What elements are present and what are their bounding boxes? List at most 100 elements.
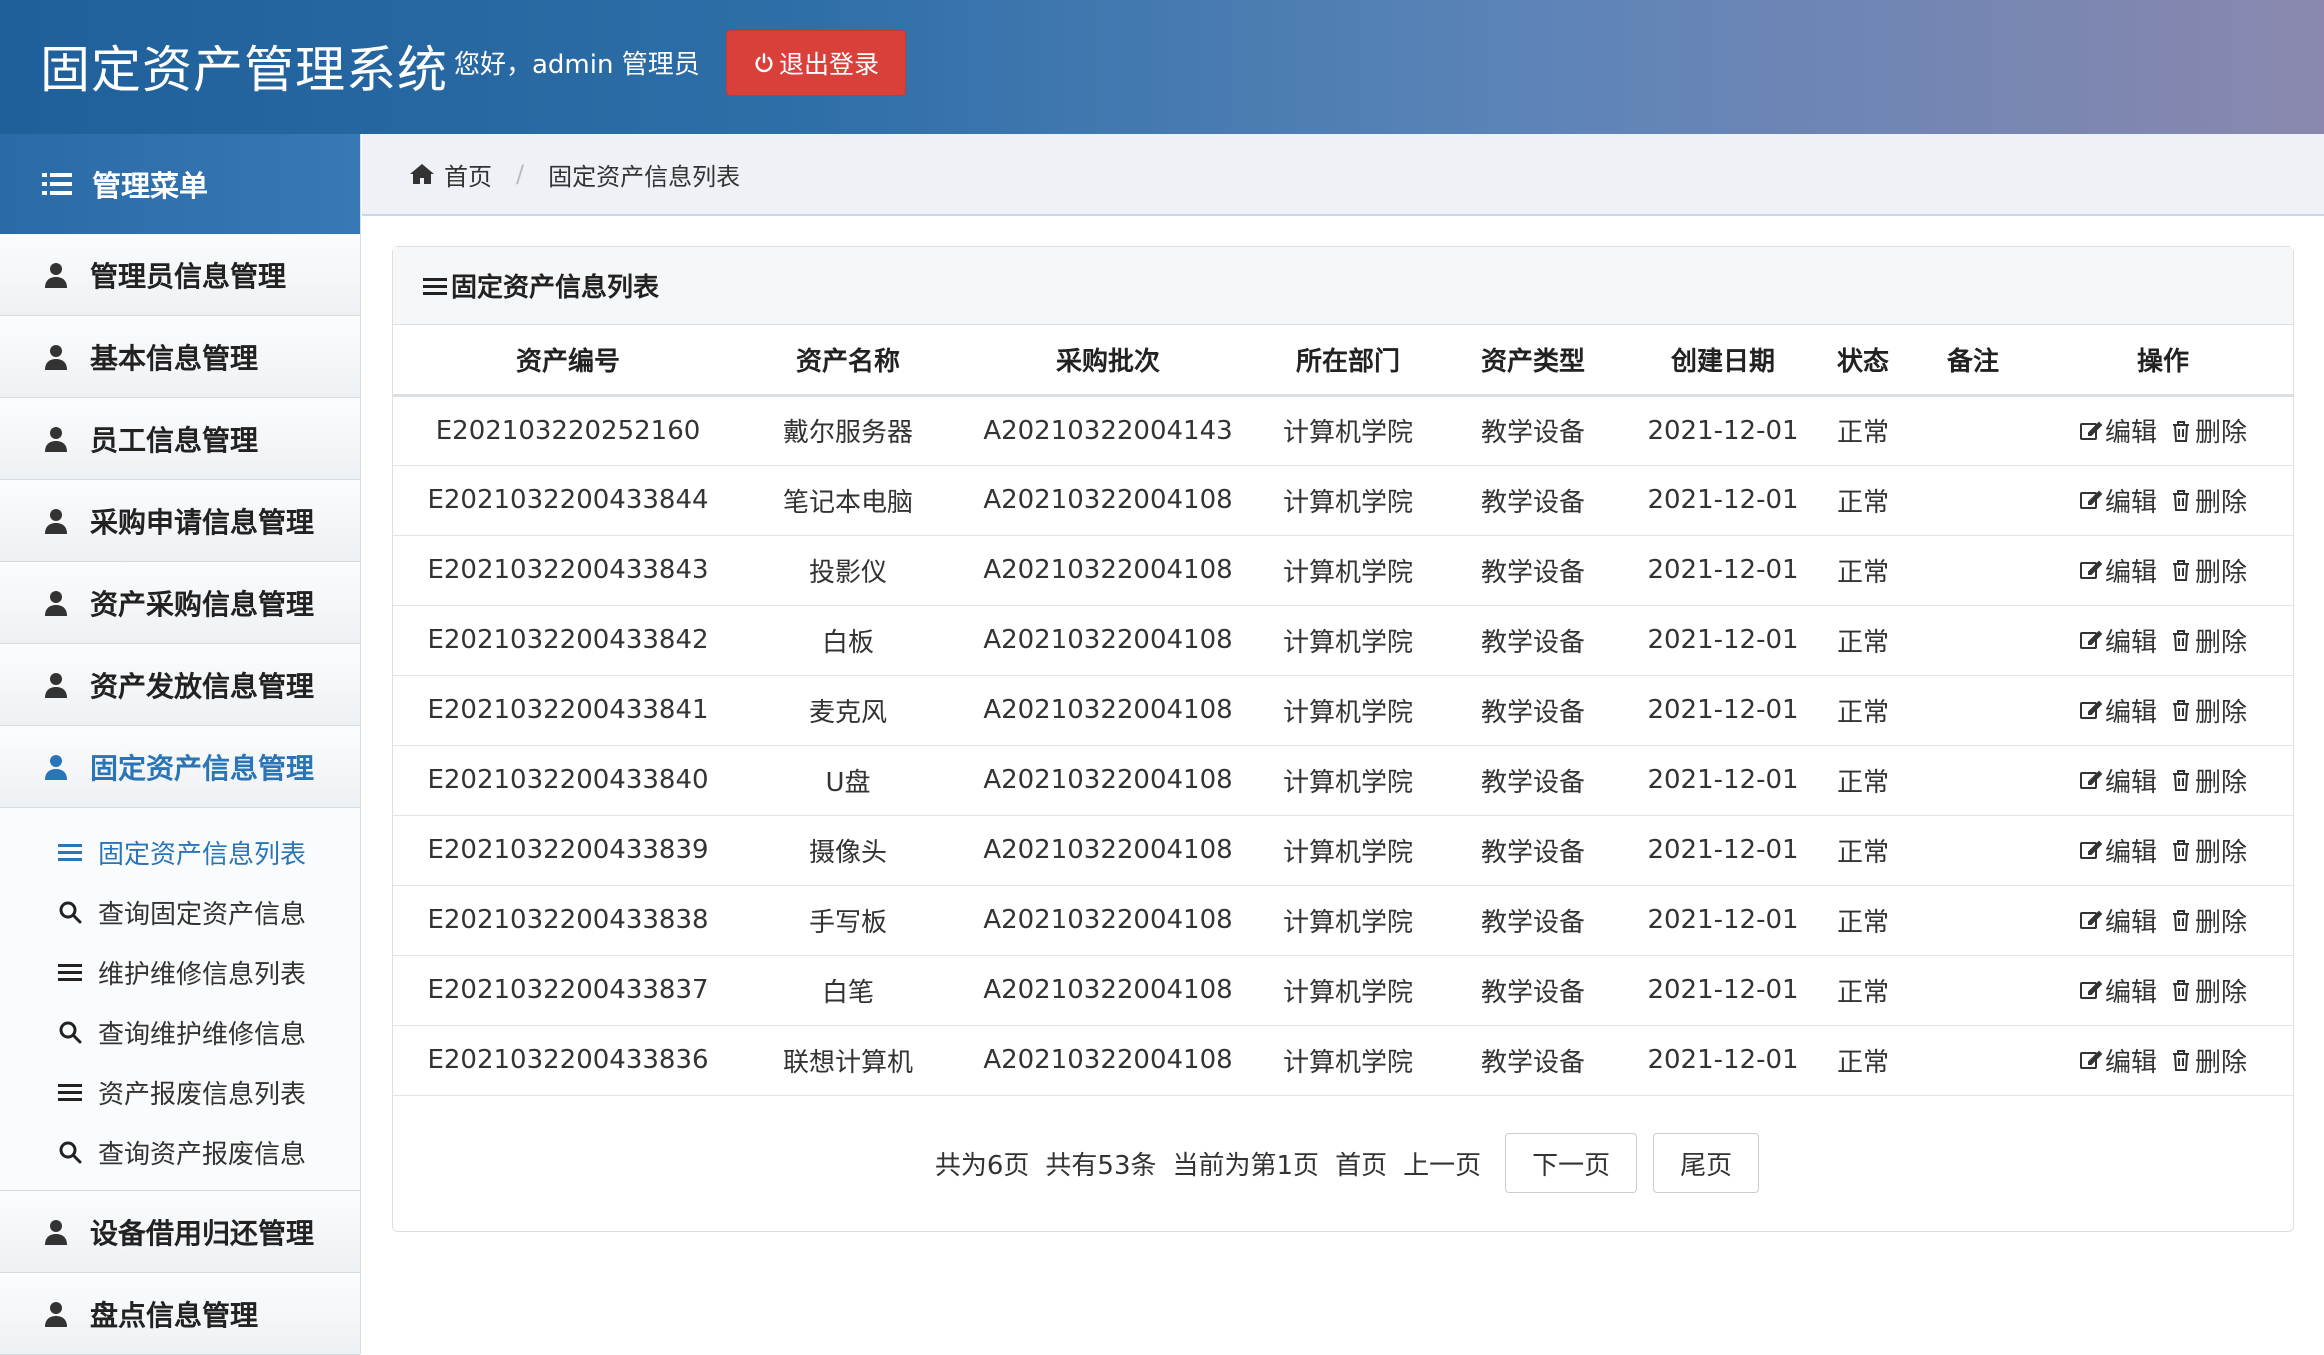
column-header: 状态 xyxy=(1813,325,1913,397)
edit-icon xyxy=(2079,700,2103,719)
asset-name-cell: 联想计算机 xyxy=(743,1025,953,1096)
edit-icon xyxy=(2079,560,2103,579)
user-icon xyxy=(45,590,67,616)
edit-button[interactable]: 编辑 xyxy=(2079,412,2157,449)
user-icon xyxy=(45,262,67,288)
asset-name-cell: 白板 xyxy=(743,605,953,676)
sidebar-header: 管理菜单 xyxy=(0,134,360,234)
created-date-cell: 2021-12-01 xyxy=(1633,745,1813,816)
pager-next-button[interactable]: 下一页 xyxy=(1505,1133,1638,1193)
asset-type-cell: 教学设备 xyxy=(1433,535,1633,606)
operations-cell: 编辑 删除 xyxy=(2033,605,2293,676)
delete-button[interactable]: 删除 xyxy=(2169,1042,2247,1079)
delete-button[interactable]: 删除 xyxy=(2169,482,2247,519)
breadcrumb-home[interactable]: 首页 xyxy=(444,157,492,192)
delete-button[interactable]: 删除 xyxy=(2169,902,2247,939)
status-cell: 正常 xyxy=(1813,395,1913,466)
pager-first-link[interactable]: 首页 xyxy=(1335,1145,1387,1182)
submenu-query-scrap[interactable]: 查询资产报废信息 xyxy=(0,1122,360,1182)
sidebar-item-admin[interactable]: 管理员信息管理 xyxy=(0,234,360,316)
sidebar-item-label: 资产采购信息管理 xyxy=(90,587,315,621)
column-header: 所在部门 xyxy=(1263,325,1433,397)
status-cell: 正常 xyxy=(1813,465,1913,536)
edit-button[interactable]: 编辑 xyxy=(2079,482,2157,519)
delete-button[interactable]: 删除 xyxy=(2169,762,2247,799)
sidebar-item-label: 固定资产信息管理 xyxy=(90,751,315,785)
asset-list-panel: 固定资产信息列表 资产编号 资产名称 采购批次 所在部门 资产类型 创建日期 状… xyxy=(392,246,2294,1232)
remark-cell xyxy=(1913,395,2033,466)
edit-button[interactable]: 编辑 xyxy=(2079,622,2157,659)
app-header: 固定资产管理系统 您好，admin 管理员 退出登录 xyxy=(0,0,2324,134)
user-icon xyxy=(45,508,67,534)
operations-cell: 编辑 删除 xyxy=(2033,815,2293,886)
sidebar-item-purchase-request[interactable]: 采购申请信息管理 xyxy=(0,480,360,562)
created-date-cell: 2021-12-01 xyxy=(1633,465,1813,536)
edit-button[interactable]: 编辑 xyxy=(2079,762,2157,799)
status-cell: 正常 xyxy=(1813,535,1913,606)
submenu-fixed-asset-list[interactable]: 固定资产信息列表 xyxy=(0,822,360,882)
delete-button[interactable]: 删除 xyxy=(2169,552,2247,589)
edit-icon xyxy=(2079,630,2103,649)
delete-button[interactable]: 删除 xyxy=(2169,832,2247,869)
trash-icon xyxy=(2173,840,2189,861)
asset-name-cell: 戴尔服务器 xyxy=(743,395,953,466)
asset-type-cell: 教学设备 xyxy=(1433,955,1633,1026)
submenu-scrap-list[interactable]: 资产报废信息列表 xyxy=(0,1062,360,1122)
trash-icon xyxy=(2173,910,2189,931)
edit-label: 编辑 xyxy=(2104,1047,2157,1078)
sidebar-item-inventory[interactable]: 盘点信息管理 xyxy=(0,1273,360,1355)
pager-last-button[interactable]: 尾页 xyxy=(1653,1133,1760,1193)
edit-button[interactable]: 编辑 xyxy=(2079,692,2157,729)
table-row: E202103220252160 戴尔服务器 A20210322004143 计算机学… xyxy=(393,395,2293,466)
delete-button[interactable]: 删除 xyxy=(2169,622,2247,659)
asset-type-cell: 教学设备 xyxy=(1433,745,1633,816)
edit-button[interactable]: 编辑 xyxy=(2079,552,2157,589)
user-icon xyxy=(45,1219,67,1245)
sidebar-item-asset-distribution[interactable]: 资产发放信息管理 xyxy=(0,644,360,726)
sidebar-item-borrow-return[interactable]: 设备借用归还管理 xyxy=(0,1191,360,1273)
operations-cell: 编辑 删除 xyxy=(2033,675,2293,746)
trash-icon xyxy=(2173,560,2189,581)
sidebar-item-fixed-assets[interactable]: 固定资产信息管理 xyxy=(0,726,360,808)
asset-type-cell: 教学设备 xyxy=(1433,605,1633,676)
user-icon xyxy=(45,754,67,780)
sidebar-item-basic-info[interactable]: 基本信息管理 xyxy=(0,316,360,398)
sidebar-item-asset-purchase[interactable]: 资产采购信息管理 xyxy=(0,562,360,644)
pager-prev-link[interactable]: 上一页 xyxy=(1403,1145,1481,1182)
delete-button[interactable]: 删除 xyxy=(2169,972,2247,1009)
sidebar-item-employee[interactable]: 员工信息管理 xyxy=(0,398,360,480)
asset-table: 资产编号 资产名称 采购批次 所在部门 资产类型 创建日期 状态 备注 操作 E… xyxy=(393,325,2293,1096)
sidebar-item-label: 基本信息管理 xyxy=(90,341,259,375)
submenu-query-maintenance[interactable]: 查询维护维修信息 xyxy=(0,1002,360,1062)
created-date-cell: 2021-12-01 xyxy=(1633,675,1813,746)
remark-cell xyxy=(1913,535,2033,606)
asset-name-cell: 手写板 xyxy=(743,885,953,956)
delete-button[interactable]: 删除 xyxy=(2169,692,2247,729)
column-header: 操作 xyxy=(2033,325,2293,397)
edit-button[interactable]: 编辑 xyxy=(2079,972,2157,1009)
list-icon xyxy=(58,844,82,861)
remark-cell xyxy=(1913,885,2033,956)
logout-button[interactable]: 退出登录 xyxy=(726,30,906,96)
asset-type-cell: 教学设备 xyxy=(1433,815,1633,886)
edit-button[interactable]: 编辑 xyxy=(2079,1042,2157,1079)
sidebar-item-label: 员工信息管理 xyxy=(90,423,259,457)
created-date-cell: 2021-12-01 xyxy=(1633,535,1813,606)
trash-icon xyxy=(2173,770,2189,791)
edit-label: 编辑 xyxy=(2104,487,2157,518)
department-cell: 计算机学院 xyxy=(1263,815,1433,886)
list-icon xyxy=(58,1084,82,1101)
asset-code-cell: E2021032200433843 xyxy=(393,535,743,606)
submenu-query-fixed-asset[interactable]: 查询固定资产信息 xyxy=(0,882,360,942)
submenu-maintenance-list[interactable]: 维护维修信息列表 xyxy=(0,942,360,1002)
user-icon xyxy=(45,1301,67,1327)
logout-label: 退出登录 xyxy=(778,50,879,79)
edit-label: 编辑 xyxy=(2104,627,2157,658)
delete-button[interactable]: 删除 xyxy=(2169,412,2247,449)
batch-cell: A20210322004108 xyxy=(953,535,1263,606)
edit-button[interactable]: 编辑 xyxy=(2079,832,2157,869)
status-cell: 正常 xyxy=(1813,745,1913,816)
batch-cell: A20210322004108 xyxy=(953,745,1263,816)
breadcrumb-separator: / xyxy=(516,160,525,188)
edit-button[interactable]: 编辑 xyxy=(2079,902,2157,939)
